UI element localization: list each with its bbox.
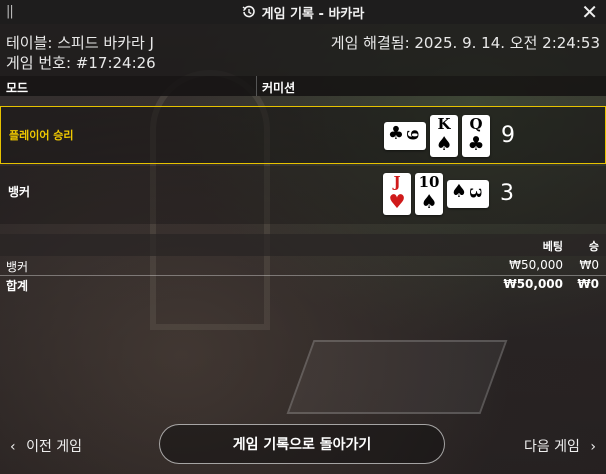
bet-name: 뱅커	[6, 260, 29, 274]
player-score: 9	[501, 123, 515, 148]
banker-cards: J ♥ 10 ♠ ♠ 3	[383, 173, 489, 215]
background-card-shoe	[286, 340, 508, 414]
window-title-text: 게임 기록 - 바카라	[261, 6, 365, 22]
back-to-history-button[interactable]: 게임 기록으로 돌아가기	[159, 424, 445, 464]
game-history-window: || 게임 기록 - 바카라 ✕ 테이블: 스피드 바카라 J 게임 번호: #…	[0, 0, 606, 474]
resolved-time: 게임 해결됨: 2025. 9. 14. 오전 2:24:53	[330, 34, 600, 52]
total-label: 합계	[6, 279, 29, 293]
card-rank: 10	[418, 173, 440, 191]
card-rank: J	[393, 173, 401, 191]
chevron-left-icon: ‹	[10, 439, 16, 455]
playing-card: J ♥	[383, 173, 411, 215]
footer-nav: ‹ 이전 게임 게임 기록으로 돌아가기 다음 게임 ›	[0, 420, 606, 474]
previous-game-label: 이전 게임	[26, 439, 83, 455]
table-row: 뱅커 ₩50,000 ₩0	[0, 257, 606, 276]
playing-card: Q ♣	[462, 115, 490, 157]
previous-game-button[interactable]: ‹ 이전 게임	[10, 436, 82, 456]
total-row: 합계 ₩50,000 ₩0	[0, 276, 606, 294]
title-bar: || 게임 기록 - 바카라 ✕	[0, 0, 606, 24]
win-column-header: 승	[588, 240, 599, 253]
card-rank: 3	[466, 187, 485, 199]
banker-result-row: 뱅커 J ♥ 10 ♠ ♠ 3 3	[0, 166, 606, 224]
total-win-amount: ₩0	[577, 277, 599, 291]
bets-header: 베팅 승	[0, 234, 606, 256]
close-icon[interactable]: ✕	[581, 0, 598, 24]
chevron-right-icon: ›	[590, 439, 596, 455]
card-rank: K	[437, 115, 451, 133]
card-rank: Q	[469, 115, 483, 133]
table-name: 테이블: 스피드 바카라 J	[6, 34, 154, 52]
mode-label: 모드	[6, 81, 29, 95]
player-cards: ♣ 9 K ♠ Q ♣	[384, 115, 490, 157]
playing-card: 10 ♠	[415, 173, 443, 215]
card-suit: ♠	[420, 191, 438, 213]
divider	[256, 76, 257, 96]
win-amount: ₩0	[579, 258, 600, 272]
card-suit: ♥	[388, 191, 406, 213]
mode-header: 모드 커미션	[0, 76, 606, 96]
window-title: 게임 기록 - 바카라	[242, 3, 365, 22]
bet-amount: ₩50,000	[509, 258, 563, 272]
banker-label: 뱅커	[8, 185, 31, 199]
history-icon	[242, 5, 255, 18]
next-game-label: 다음 게임	[523, 439, 580, 455]
card-suit: ♣	[467, 133, 485, 155]
playing-card: ♣ 9	[384, 122, 426, 150]
playing-card: K ♠	[430, 115, 458, 157]
playing-card: ♠ 3	[447, 180, 489, 208]
next-game-button[interactable]: 다음 게임 ›	[524, 436, 596, 456]
game-number: 게임 번호: #17:24:26	[6, 54, 156, 72]
commission-label: 커미션	[262, 81, 296, 95]
player-win-label: 플레이어 승리	[9, 129, 74, 142]
card-rank: 9	[403, 129, 422, 141]
player-result-row: 플레이어 승리 ♣ 9 K ♠ Q ♣ 9	[0, 106, 606, 164]
banker-score: 3	[500, 181, 514, 206]
game-info: 테이블: 스피드 바카라 J 게임 번호: #17:24:26 게임 해결됨: …	[0, 24, 606, 76]
bet-column-header: 베팅	[542, 240, 563, 253]
drag-handle-icon[interactable]: ||	[6, 4, 14, 19]
card-suit: ♠	[435, 133, 453, 155]
total-bet-amount: ₩50,000	[503, 277, 563, 291]
